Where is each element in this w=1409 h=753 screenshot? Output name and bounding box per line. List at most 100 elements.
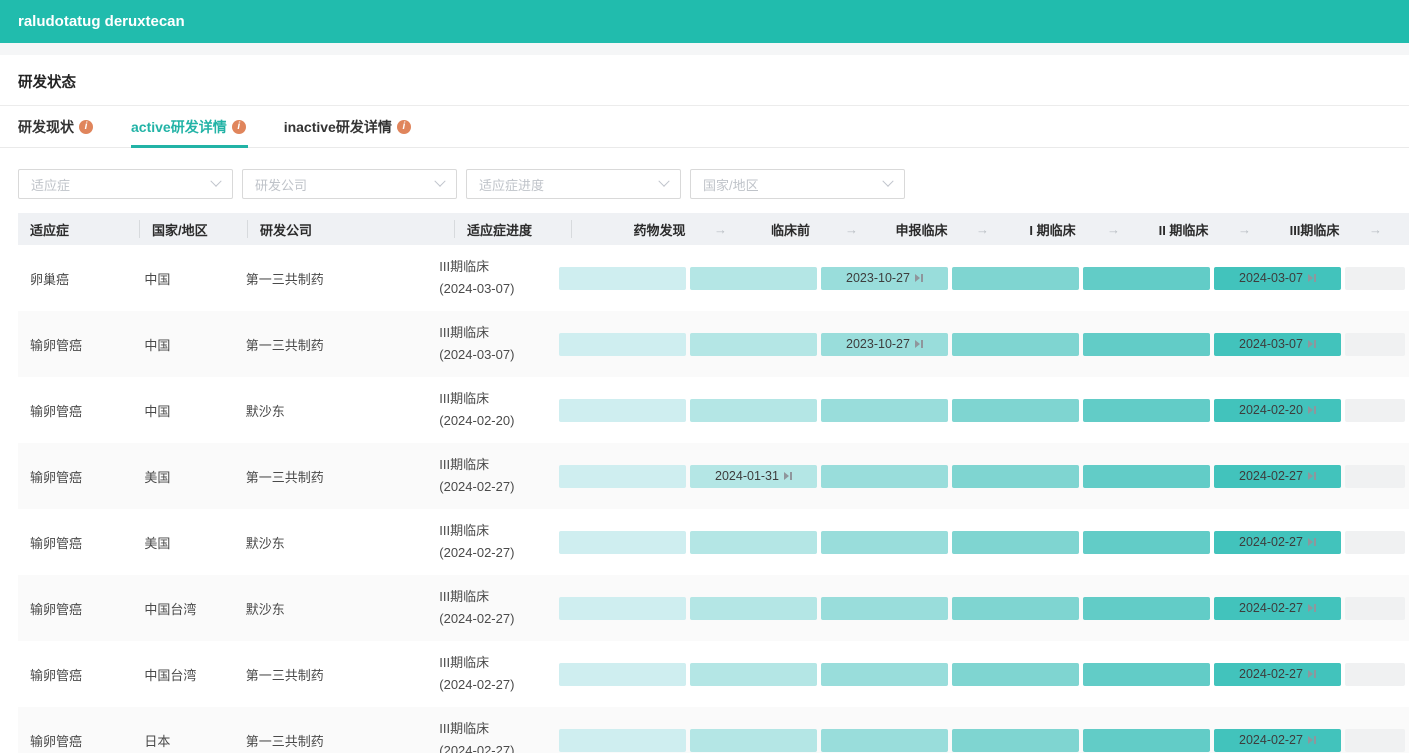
cell-company: 第一三共制药 [234,269,428,288]
phase-segment[interactable]: 2024-02-27 [1214,663,1341,686]
cell-country: 中国 [132,269,233,288]
cell-indication: 输卵管癌 [18,401,132,420]
phase-progress-bar: 2024-02-27 [559,729,1409,752]
phase-segment [559,333,686,356]
cell-stage: III期临床 (2024-02-20) [427,388,537,432]
phase-segment [821,597,948,620]
cell-indication: 输卵管癌 [18,533,132,552]
phase-segment[interactable]: 2024-02-20 [1214,399,1341,422]
phase-segment[interactable]: 2024-02-27 [1214,729,1341,752]
phase-progress-bar: 2023-10-27 2024-03-07 [559,333,1409,356]
tab-bar: 研发现状 i active研发详情 i inactive研发详情 i [0,106,1409,148]
step-forward-icon[interactable] [1308,604,1316,612]
company-filter-select[interactable]: 研发公司 [242,169,457,199]
cell-stage: III期临床 (2024-02-27) [427,718,537,753]
stage-date: (2024-02-20) [439,410,537,432]
chevron-down-icon [882,176,893,187]
phase-segment[interactable]: 2024-03-07 [1214,267,1341,290]
arrow-right-icon: → [1369,222,1382,237]
stage-name: III期临床 [439,586,537,608]
cell-company: 默沙东 [234,401,428,420]
stage-date: (2024-02-27) [439,674,537,696]
phase-segment [821,531,948,554]
step-forward-icon[interactable] [915,274,923,282]
phase-segment [1083,267,1210,290]
step-forward-icon[interactable] [1308,472,1316,480]
phase-segment [952,663,1079,686]
cell-country: 中国台湾 [132,599,233,618]
indication-filter-select[interactable]: 适应症 [18,169,233,199]
cell-stage: III期临床 (2024-03-07) [427,322,537,366]
cell-company: 第一三共制药 [234,335,428,354]
phase-segment[interactable]: 2024-02-27 [1214,465,1341,488]
chevron-down-icon [434,176,445,187]
phase-segment [690,597,817,620]
cell-indication: 输卵管癌 [18,665,132,684]
phase-segment[interactable]: 2024-01-31 [690,465,817,488]
phase-segment[interactable]: 2024-03-07 [1214,333,1341,356]
tab-rd-status[interactable]: 研发现状 i [18,106,93,147]
phase-segment [952,333,1079,356]
step-forward-icon[interactable] [784,472,792,480]
cell-company: 第一三共制药 [234,731,428,750]
step-forward-icon[interactable] [1308,340,1316,348]
phase-segment-pending [1345,333,1405,356]
divider-strip [0,43,1409,55]
country-filter-select[interactable]: 国家/地区 [690,169,905,199]
cell-company: 默沙东 [234,533,428,552]
phase-date: 2024-02-27 [1239,469,1303,483]
stage-name: III期临床 [439,652,537,674]
step-forward-icon[interactable] [1308,274,1316,282]
chevron-down-icon [210,176,221,187]
phase-segment [952,531,1079,554]
phase-segment [1083,663,1210,686]
tab-inactive-rd-detail[interactable]: inactive研发详情 i [284,106,411,147]
phase-segment [559,267,686,290]
cell-country: 美国 [132,467,233,486]
phase-segment [690,399,817,422]
info-icon[interactable]: i [232,120,246,134]
phase-segment [559,729,686,752]
select-placeholder: 研发公司 [255,175,307,194]
table-header-row: 适应症 国家/地区 研发公司 适应症进度 药物发现 → 临床前 → 申报临床 →… [18,213,1409,245]
table-row: 输卵管癌 中国 第一三共制药 III期临床 (2024-03-07) 2023-… [18,311,1409,377]
cell-stage: III期临床 (2024-02-27) [427,520,537,564]
phase-segment-pending [1345,663,1405,686]
info-icon[interactable]: i [79,120,93,134]
phase-segment [952,267,1079,290]
cell-indication: 卵巢癌 [18,269,132,288]
col-header-indication: 适应症 [18,213,140,245]
step-forward-icon[interactable] [1308,406,1316,414]
phase-segment [1083,399,1210,422]
cell-company: 第一三共制药 [234,467,428,486]
stage-name: III期临床 [439,520,537,542]
phase-segment [952,729,1079,752]
stage-name: III期临床 [439,454,537,476]
phase-date: 2024-03-07 [1239,337,1303,351]
cell-country: 中国台湾 [132,665,233,684]
col-header-phase-1: I 期临床 → [987,213,1118,245]
cell-stage: III期临床 (2024-02-27) [427,454,537,498]
phase-date: 2024-02-27 [1239,667,1303,681]
info-icon[interactable]: i [397,120,411,134]
cell-company: 默沙东 [234,599,428,618]
cell-country: 中国 [132,335,233,354]
phase-segment[interactable]: 2024-02-27 [1214,531,1341,554]
stage-date: (2024-02-27) [439,476,537,498]
phase-segment [1083,531,1210,554]
step-forward-icon[interactable] [1308,538,1316,546]
cell-indication: 输卵管癌 [18,467,132,486]
stage-filter-select[interactable]: 适应症进度 [466,169,681,199]
table-row: 卵巢癌 中国 第一三共制药 III期临床 (2024-03-07) 2023-1… [18,245,1409,311]
phase-segment[interactable]: 2023-10-27 [821,267,948,290]
phase-segment-pending [1345,597,1405,620]
phase-segment[interactable]: 2024-02-27 [1214,597,1341,620]
step-forward-icon[interactable] [1308,670,1316,678]
step-forward-icon[interactable] [915,340,923,348]
phase-progress-bar: 2024-02-20 [559,399,1409,422]
phase-segment[interactable]: 2023-10-27 [821,333,948,356]
step-forward-icon[interactable] [1308,736,1316,744]
cell-stage: III期临床 (2024-03-07) [427,256,537,300]
phase-date: 2024-02-20 [1239,403,1303,417]
tab-active-rd-detail[interactable]: active研发详情 i [131,106,246,147]
